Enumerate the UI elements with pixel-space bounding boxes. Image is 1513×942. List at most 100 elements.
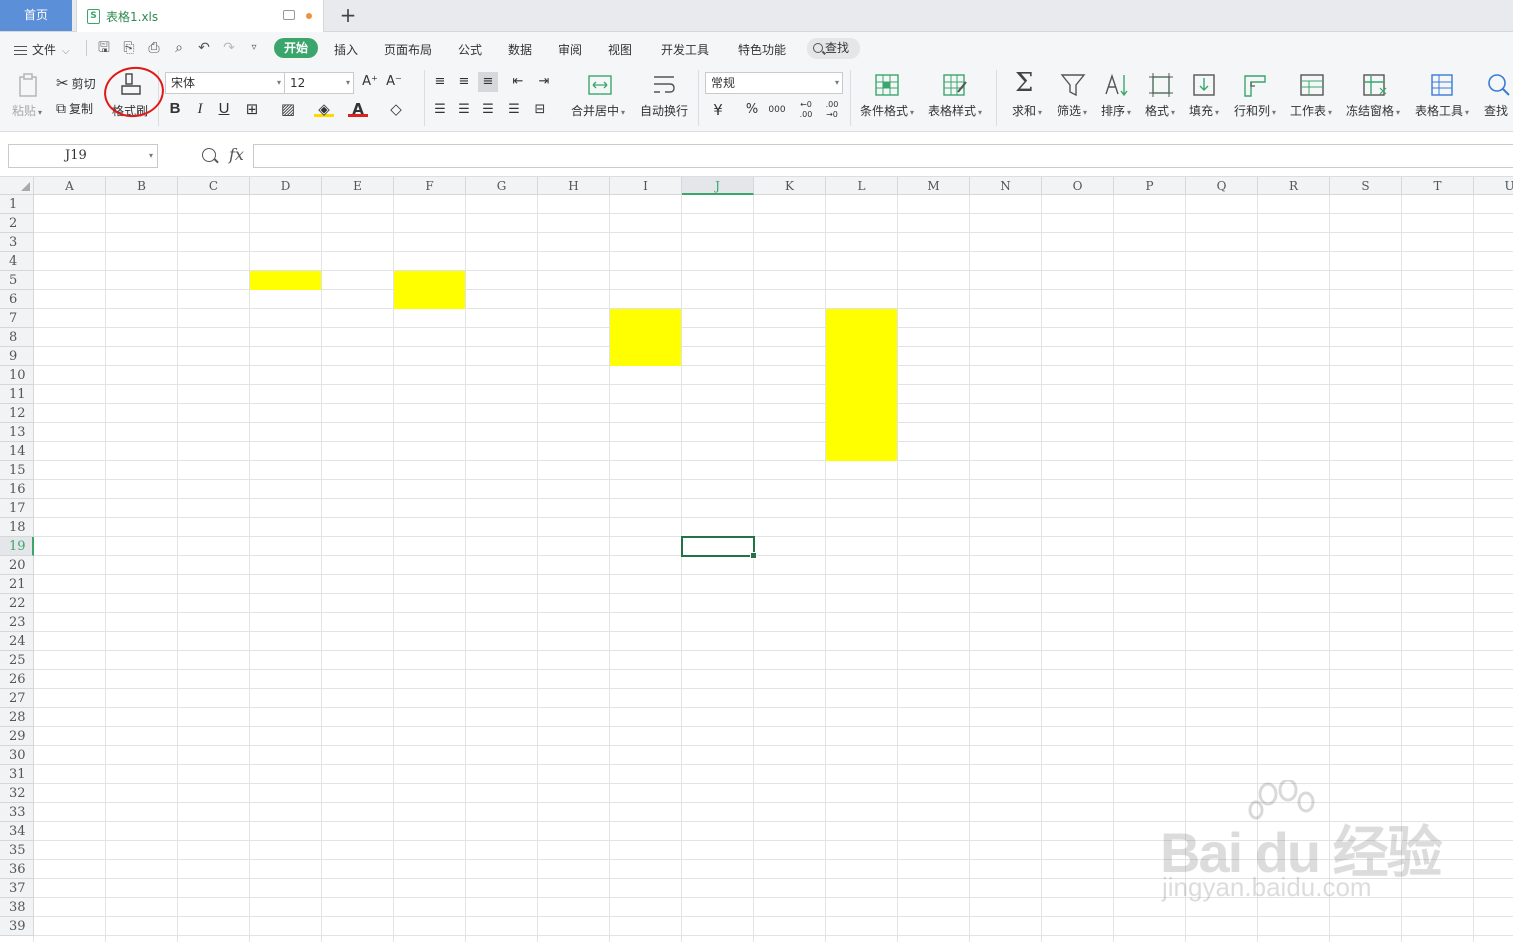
merge-center-label[interactable]: 合并居中 ▾ [571,102,625,119]
row-header[interactable]: 24 [0,632,34,651]
wrap-text-icon[interactable] [651,72,677,98]
row-header[interactable]: 28 [0,708,34,727]
row-header[interactable]: 7 [0,309,34,328]
tab-data[interactable]: 数据 [508,41,532,58]
home-tab[interactable]: 首页 [0,0,72,31]
fill-label[interactable]: 填充 ▾ [1189,102,1219,119]
number-format-select[interactable]: 常规 ▾ [705,72,843,94]
active-cell-cursor[interactable] [681,536,757,559]
sort-label[interactable]: 排序 ▾ [1101,102,1131,119]
undo-icon[interactable]: ↶ [196,40,212,56]
table-tools-label[interactable]: 表格工具 ▾ [1415,102,1469,119]
column-header[interactable]: D [250,177,322,195]
paste-icon[interactable] [16,72,42,98]
italic-button[interactable]: I [190,99,210,119]
new-tab-button[interactable]: + [337,3,359,27]
tab-insert[interactable]: 插入 [334,41,358,58]
row-header[interactable]: 22 [0,594,34,613]
tab-review[interactable]: 审阅 [558,41,582,58]
column-header[interactable]: M [898,177,970,195]
row-header[interactable]: 14 [0,442,34,461]
row-header[interactable]: 13 [0,423,34,442]
table-tools-icon[interactable] [1430,72,1456,98]
worksheet-label[interactable]: 工作表 ▾ [1290,102,1332,119]
row-header[interactable]: 35 [0,841,34,860]
row-header[interactable]: 37 [0,879,34,898]
row-header[interactable]: 33 [0,803,34,822]
conditional-format-icon[interactable] [874,72,900,98]
currency-icon[interactable]: ¥ [708,100,728,120]
column-header[interactable]: P [1114,177,1186,195]
font-size-select[interactable]: 12 ▾ [284,72,354,94]
tab-developer[interactable]: 开发工具 [661,41,709,58]
font-color-icon[interactable]: A [348,99,368,118]
increase-indent-icon[interactable]: ⇥ [534,72,554,92]
row-header[interactable]: 25 [0,651,34,670]
sum-icon[interactable]: Σ [1015,68,1033,98]
row-header[interactable]: 36 [0,860,34,879]
wrap-text-label[interactable]: 自动换行 [640,102,688,119]
row-header[interactable]: 38 [0,898,34,917]
column-header[interactable]: O [1042,177,1114,195]
rows-columns-label[interactable]: 行和列 ▾ [1234,102,1276,119]
row-header[interactable]: 4 [0,252,34,271]
export-icon[interactable]: ⎘ [121,40,137,56]
column-header[interactable]: A [34,177,106,195]
table-style-label[interactable]: 表格样式 ▾ [928,102,982,119]
table-style-icon[interactable] [942,72,968,98]
column-header[interactable]: B [106,177,178,195]
filled-range[interactable] [394,271,465,309]
row-header[interactable]: 16 [0,480,34,499]
decrease-indent-icon[interactable]: ⇤ [508,72,528,92]
conditional-format-label[interactable]: 条件格式 ▾ [860,102,914,119]
align-bottom-icon[interactable]: ≡ [478,72,498,92]
row-header[interactable]: 19 [0,537,34,556]
column-header[interactable]: G [466,177,538,195]
column-header[interactable]: I [610,177,682,195]
name-box[interactable]: J19 ▾ [8,144,158,168]
column-header[interactable]: K [754,177,826,195]
function-icon[interactable]: fx [229,145,244,164]
row-header[interactable]: 8 [0,328,34,347]
column-header[interactable]: R [1258,177,1330,195]
tab-special-features[interactable]: 特色功能 [738,41,786,58]
tab-page-layout[interactable]: 页面布局 [384,41,432,58]
paste-label[interactable]: 粘贴 ▾ [12,102,42,119]
row-header[interactable]: 1 [0,195,34,214]
file-menu[interactable]: 文件 ⌵ [14,41,70,58]
row-header[interactable]: 18 [0,518,34,537]
copy-button[interactable]: ⧉ 复制 [56,100,93,117]
filter-label[interactable]: 筛选 ▾ [1057,102,1087,119]
customize-toolbar-icon[interactable]: ▿ [246,40,262,56]
print-preview-icon[interactable]: ⌕ [171,40,187,56]
find-icon[interactable] [1486,72,1512,98]
decrease-font-icon[interactable]: A⁻ [384,72,404,92]
filled-range[interactable] [610,309,681,366]
file-tab[interactable]: S 表格1.xls [76,0,324,32]
row-header[interactable]: 39 [0,917,34,936]
redo-icon[interactable]: ↷ [221,40,237,56]
row-header[interactable]: 12 [0,404,34,423]
format-icon[interactable] [1148,72,1174,98]
row-header[interactable]: 27 [0,689,34,708]
filter-icon[interactable] [1060,72,1086,98]
tab-view[interactable]: 视图 [608,41,632,58]
format-label[interactable]: 格式 ▾ [1145,102,1175,119]
clear-format-icon[interactable]: ◇ [386,99,406,119]
worksheet-icon[interactable] [1299,72,1325,98]
align-right-icon[interactable]: ☰ [478,100,498,120]
zoom-icon[interactable] [202,148,216,162]
sort-icon[interactable] [1104,72,1130,98]
row-header[interactable]: 11 [0,385,34,404]
thousands-separator-icon[interactable]: 000 [767,100,787,120]
row-header[interactable]: 31 [0,765,34,784]
tab-formulas[interactable]: 公式 [458,41,482,58]
row-header[interactable]: 10 [0,366,34,385]
borders-icon[interactable]: ⊞ [242,99,262,119]
save-icon[interactable]: 🖫 [96,40,112,56]
decrease-decimal-icon[interactable]: .00 →0 [821,100,843,120]
row-header[interactable]: 3 [0,233,34,252]
row-header[interactable]: 9 [0,347,34,366]
align-top-icon[interactable]: ≡ [430,72,450,92]
tab-home[interactable]: 开始 [274,38,319,58]
